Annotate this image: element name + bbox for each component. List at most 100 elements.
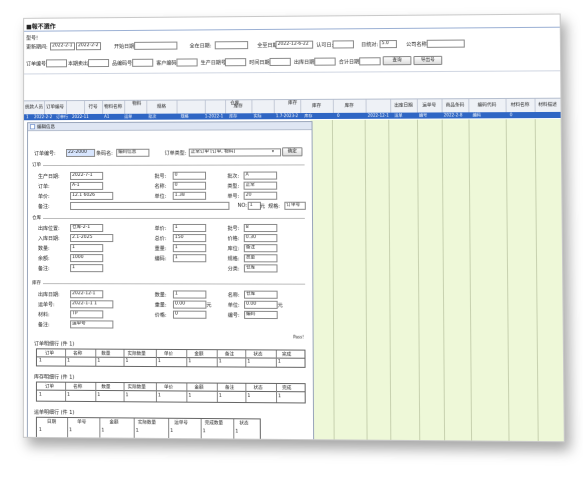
in-date-input[interactable]: [215, 41, 248, 49]
query-button[interactable]: 查询: [383, 56, 412, 65]
col-header[interactable]: 金额: [194, 351, 203, 357]
col-header[interactable]: 实际数量: [128, 351, 146, 357]
field-input[interactable]: 0.30: [244, 234, 278, 242]
field-input[interactable]: 2.1-2025: [70, 234, 113, 242]
table-cell[interactable]: 1: [158, 359, 161, 364]
field-input[interactable]: A: [244, 172, 278, 180]
table-cell[interactable]: 1: [278, 360, 281, 365]
field-input[interactable]: 1: [173, 224, 206, 232]
table-cell[interactable]: 1: [69, 428, 72, 433]
table-cell[interactable]: 1: [219, 359, 222, 364]
col-header[interactable]: 状态: [253, 351, 262, 357]
field-input[interactable]: 0.00: [173, 301, 206, 309]
col-header[interactable]: [205, 100, 226, 113]
dlg-name-input[interactable]: 编码信息: [116, 149, 149, 157]
col-header[interactable]: 编码代码: [468, 99, 506, 112]
sold-input[interactable]: [88, 59, 109, 67]
col-header[interactable]: 备注: [225, 385, 234, 391]
field-input[interactable]: 2022-7-1: [70, 172, 103, 180]
approve-input[interactable]: [333, 40, 354, 48]
field-input[interactable]: 0.00: [244, 301, 278, 309]
dlg-type-select[interactable]: 正常订单 [订单, 物料]: [189, 148, 281, 156]
customer-code-input[interactable]: [176, 58, 197, 66]
col-header[interactable]: 出库日期: [390, 99, 418, 112]
col-header[interactable]: 单价: [164, 351, 173, 357]
table-cell[interactable]: 1: [97, 359, 100, 364]
table-cell[interactable]: 1: [101, 428, 104, 433]
col-header[interactable]: 金额: [109, 419, 118, 425]
field-input[interactable]: TP: [70, 310, 103, 318]
company-input[interactable]: [427, 40, 465, 48]
field-input[interactable]: 1: [70, 264, 103, 272]
table-cell[interactable]: 1: [219, 394, 222, 399]
field-input[interactable]: 运单号: [70, 320, 113, 328]
field-input[interactable]: 2022-12-1: [70, 290, 103, 298]
col-header[interactable]: [251, 100, 274, 113]
col-header[interactable]: 数量: [101, 384, 110, 390]
field-input[interactable]: 8: [244, 224, 278, 232]
col-header[interactable]: 订单: [45, 384, 54, 390]
col-header[interactable]: 运单号: [417, 99, 443, 112]
col-header[interactable]: [366, 100, 392, 113]
col-header[interactable]: 规格: [146, 101, 177, 114]
field-input[interactable]: 2022-1-1 1: [70, 300, 113, 308]
table-cell[interactable]: 1: [39, 428, 42, 433]
col-header[interactable]: 状态: [254, 385, 263, 391]
day-count-input[interactable]: 5.0: [379, 40, 396, 48]
field-input[interactable]: 1: [70, 244, 103, 252]
export-button[interactable]: 导出号: [413, 56, 442, 65]
table-cell[interactable]: 1: [67, 359, 70, 364]
date-to-input[interactable]: 2022-2-2: [76, 42, 101, 50]
field-input[interactable]: 订单号: [284, 202, 305, 210]
table-cell[interactable]: 1: [278, 394, 281, 399]
out-date-input[interactable]: [314, 58, 335, 66]
sum-date-input[interactable]: [359, 57, 381, 65]
table-cell[interactable]: 1: [158, 393, 161, 398]
field-input[interactable]: 20: [244, 192, 278, 200]
col-header[interactable]: 商品条码: [442, 99, 470, 112]
col-header[interactable]: 单价: [164, 384, 173, 390]
col-header[interactable]: 完成: [282, 385, 291, 391]
table-cell[interactable]: 1: [97, 393, 100, 398]
table-cell[interactable]: 1: [126, 359, 129, 364]
col-header[interactable]: 库存: [300, 100, 334, 113]
order-no-input[interactable]: [46, 59, 67, 67]
col-header[interactable]: 运单号: [174, 420, 188, 426]
start-date-input[interactable]: [134, 42, 177, 50]
col-header[interactable]: 数量: [101, 351, 110, 357]
field-input[interactable]: 仓库: [244, 264, 278, 272]
col-header[interactable]: 完成数量: [205, 420, 223, 426]
table-cell[interactable]: 1: [67, 393, 70, 398]
table-cell[interactable]: 1: [247, 394, 250, 399]
field-input[interactable]: 12.1 6026: [70, 192, 113, 200]
field-input[interactable]: 0: [173, 172, 206, 180]
col-header[interactable]: 物料名称: [102, 101, 125, 114]
col-header[interactable]: [177, 100, 206, 113]
col-header[interactable]: 备注: [225, 351, 234, 357]
col-header[interactable]: 单号: [77, 419, 86, 425]
col-header[interactable]: 材料描述: [534, 99, 560, 112]
field-input[interactable]: 1: [173, 254, 206, 262]
col-header[interactable]: 状态: [239, 420, 248, 426]
table-cell[interactable]: 1: [170, 429, 173, 434]
field-input[interactable]: 仓库: [244, 291, 278, 299]
date-from-input[interactable]: 2022-2-1: [50, 42, 75, 50]
field-input[interactable]: 1.38: [173, 192, 206, 200]
table-cell[interactable]: 1: [203, 429, 206, 434]
table-cell[interactable]: 1: [136, 429, 139, 434]
field-input[interactable]: 0: [173, 311, 206, 319]
table-cell[interactable]: 1: [188, 394, 191, 399]
chevron-down-icon[interactable]: ▾: [272, 148, 274, 153]
col-header[interactable]: 金额: [194, 384, 203, 390]
col-header[interactable]: 完成: [282, 352, 291, 358]
field-input[interactable]: 150: [173, 234, 206, 242]
field-input[interactable]: A-1: [70, 182, 103, 190]
table-cell[interactable]: 1: [247, 359, 250, 364]
col-header[interactable]: 实际数量: [128, 384, 146, 390]
dlg-order-no-input[interactable]: 22-2000: [66, 149, 95, 157]
col-header[interactable]: 名称: [73, 384, 82, 390]
field-input[interactable]: 1000: [70, 254, 103, 262]
field-input[interactable]: 1: [173, 290, 206, 298]
col-header[interactable]: 库存: [333, 100, 367, 113]
table-cell[interactable]: 1: [126, 393, 129, 398]
